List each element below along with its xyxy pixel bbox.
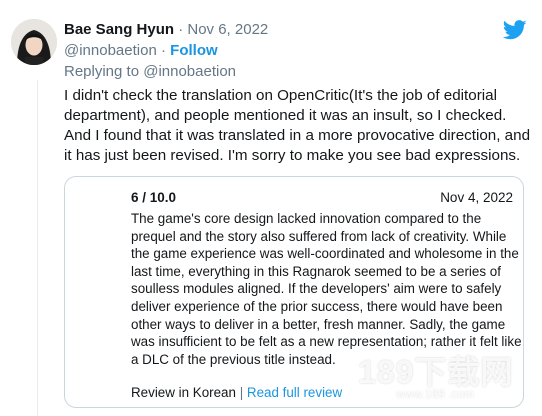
review-text-line: soulless modules aligned. If the develop… [131,281,502,297]
thread-line [37,80,38,416]
review-language: Review in Korean [131,385,236,400]
review-date: Nov 4, 2022 [440,190,513,205]
review-text: The game's core design lacked innovation… [131,210,522,368]
review-text-line: last time, everything in this Ragnarok s… [131,263,501,279]
review-score: 6 / 10.0 [131,190,177,205]
review-text-line: prequel and the story also suffered from… [131,228,507,244]
review-text-line: the game experience was well-coordinated… [131,246,519,262]
tweet-header: Bae Sang Hyun · Nov 6, 2022 @innobaetion… [64,20,484,82]
date-separator: · [178,21,184,38]
tweet-date[interactable]: Nov 6, 2022 [187,21,268,38]
author-display-name[interactable]: Bae Sang Hyun [64,21,174,38]
tweet-text-line: I didn't check the translation on OpenCr… [64,87,497,104]
replying-to[interactable]: Replying to @innobaetion [64,62,484,82]
review-text-line: The game's core design lacked innovation… [131,211,482,226]
review-text-line: other ways to deliver in a better, fresh… [131,316,506,332]
follow-button[interactable]: Follow [170,42,218,59]
review-card[interactable]: 6 / 10.0 Nov 4, 2022 The game's core des… [64,176,524,408]
footer-separator: | [239,385,244,400]
avatar-photo [11,19,57,65]
avatar[interactable] [11,19,57,65]
tweet-text-line: it has just been revised. I'm sorry to m… [64,147,521,164]
tweet-text: I didn't check the translation on OpenCr… [64,86,534,166]
review-text-line: a DLC of the previous title instead. [131,351,336,367]
review-footer: Review in Korean | Read full review [131,385,342,400]
twitter-bird-icon[interactable] [503,20,527,40]
handle-separator: · [160,42,166,59]
tweet-text-line: department), and people mentioned it was… [64,107,507,124]
review-text-line: deliver experience of the prior success,… [131,298,503,314]
tweet-text-line: And I found that it was translated in a … [64,127,531,144]
name-row: Bae Sang Hyun · Nov 6, 2022 [64,20,484,40]
read-full-review-link[interactable]: Read full review [247,385,342,400]
handle-row: @innobaetion · Follow [64,41,484,61]
author-handle[interactable]: @innobaetion [64,42,157,59]
review-text-line: was insufficient to be felt as a new rep… [131,334,522,350]
